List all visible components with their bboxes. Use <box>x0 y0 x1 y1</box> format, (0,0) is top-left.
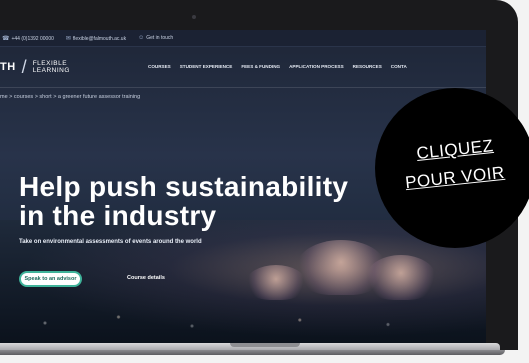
dome-light <box>246 265 306 300</box>
brand-text: FLEXIBLE LEARNING <box>32 60 70 74</box>
nav-menu: COURSES STUDENT EXPERIENCE FEES & FUNDIN… <box>148 64 407 69</box>
dome-light <box>366 255 436 300</box>
contact-phone[interactable]: ☎ +44 (0)1392 00000 <box>2 35 54 42</box>
top-contact-bar: ☎ +44 (0)1392 00000 ✉ flexible@falmouth.ac… <box>0 30 486 47</box>
hero-headline: Help push sustainability in the industry <box>19 171 349 231</box>
laptop-base <box>0 343 529 363</box>
brand-slash: / <box>21 56 27 77</box>
user-icon: ☺ <box>138 35 145 41</box>
nav-item-student-experience[interactable]: STUDENT EXPERIENCE <box>180 64 233 69</box>
nav-item-fees-funding[interactable]: FEES & FUNDING <box>241 64 280 69</box>
contact-email[interactable]: ✉ flexible@falmouth.ac.uk <box>66 35 126 42</box>
nav-item-courses[interactable]: COURSES <box>148 64 171 69</box>
phone-icon: ☎ <box>2 35 10 42</box>
laptop-notch <box>230 343 300 347</box>
nav-item-application-process[interactable]: APPLICATION PROCESS <box>289 64 344 69</box>
main-navbar: TH / FLEXIBLE LEARNING COURSES STUDENT EX… <box>0 47 486 88</box>
hero-subtitle: Take on environmental assessments of eve… <box>19 239 202 245</box>
nav-item-resources[interactable]: RESOURCES <box>353 64 382 69</box>
mail-icon: ✉ <box>65 35 71 42</box>
click-to-view-overlay[interactable]: CLIQUEZ POUR VOIR <box>375 88 529 248</box>
contact-login[interactable]: ☺ Get in touch <box>138 35 173 41</box>
breadcrumb[interactable]: me > courses > short > a greener future … <box>0 88 486 100</box>
laptop-base-bottom <box>0 350 505 355</box>
speak-to-advisor-button[interactable]: Speak to an advisor <box>19 271 82 287</box>
brand-mono: TH <box>0 61 16 73</box>
camera-icon <box>192 15 196 19</box>
crowd-lights <box>0 305 486 335</box>
nav-item-contact[interactable]: CONTA <box>391 64 407 69</box>
course-details-link[interactable]: Course details <box>127 275 165 281</box>
brand-logo[interactable]: TH / FLEXIBLE LEARNING <box>0 57 70 78</box>
